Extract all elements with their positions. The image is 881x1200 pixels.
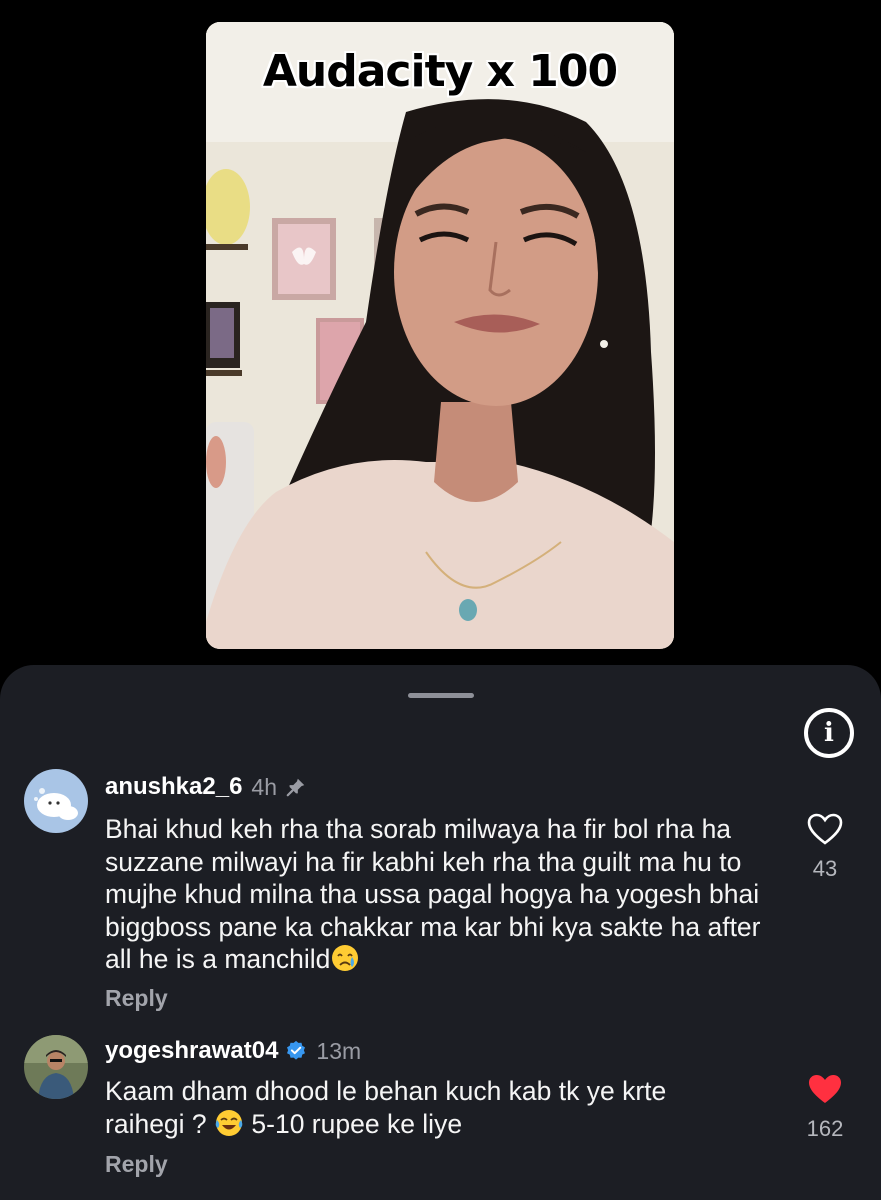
comment-text: Kaam dham dhood le behan kuch kab tk ye …	[105, 1075, 745, 1145]
comment-username[interactable]: anushka2_6	[105, 773, 242, 801]
heart-icon[interactable]	[800, 813, 850, 850]
reply-button[interactable]: Reply	[105, 1151, 168, 1178]
avatar[interactable]	[24, 1035, 88, 1099]
video-frame-image	[206, 22, 674, 649]
tears-of-joy-emoji-icon	[214, 1108, 244, 1146]
info-icon[interactable]: i	[804, 708, 854, 758]
avatar[interactable]	[24, 769, 88, 833]
comment-text: Bhai khud keh rha tha sorab milwaya ha f…	[105, 813, 765, 981]
verified-badge-icon	[285, 1040, 307, 1062]
pin-icon	[285, 776, 307, 798]
sheet-drag-handle[interactable]	[408, 693, 474, 698]
comment-text-tail: 5-10 rupee ke liye	[251, 1108, 463, 1139]
video-player[interactable]: Audacity x 100	[206, 22, 674, 649]
like-count: 162	[806, 1116, 844, 1141]
comment-timestamp: 13m	[316, 1037, 362, 1064]
like-count: 43	[812, 856, 838, 881]
reply-button[interactable]: Reply	[105, 985, 168, 1012]
comments-sheet: i anushka2_6 4h Bhai khud keh rha tha so…	[0, 665, 881, 1200]
comment-username[interactable]: yogeshrawat04	[105, 1037, 278, 1065]
comment-text-body: Bhai khud keh rha tha sorab milwaya ha f…	[105, 814, 761, 974]
crying-face-emoji-icon	[330, 943, 360, 981]
video-title: Audacity x 100	[262, 46, 618, 97]
comment-timestamp: 4h	[251, 773, 278, 800]
heart-filled-icon[interactable]	[800, 1073, 850, 1110]
